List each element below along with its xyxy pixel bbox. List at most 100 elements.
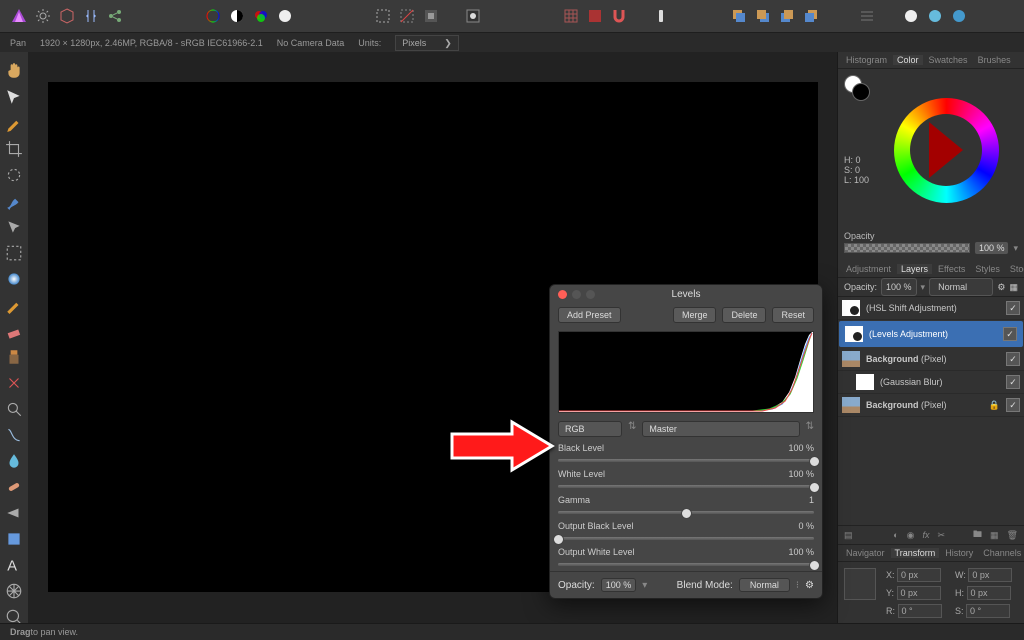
- grid-icon[interactable]: [562, 7, 580, 25]
- paint-tool-icon[interactable]: [5, 296, 23, 314]
- selection-brush-icon[interactable]: [5, 166, 23, 184]
- sphere-blue2-icon[interactable]: [950, 7, 968, 25]
- tab-brushes[interactable]: Brushes: [974, 55, 1015, 65]
- delete-button[interactable]: Delete: [722, 307, 766, 323]
- lines-icon[interactable]: [858, 7, 876, 25]
- color-swatches[interactable]: [844, 75, 868, 99]
- layer-row[interactable]: (HSL Shift Adjustment)✓: [838, 297, 1024, 320]
- add-layer-icon[interactable]: ▦: [990, 530, 999, 541]
- move-tool-icon[interactable]: [5, 88, 23, 106]
- arrange-fwd-icon[interactable]: [754, 7, 772, 25]
- tab-navigator[interactable]: Navigator: [842, 548, 889, 558]
- tab-histogram[interactable]: Histogram: [842, 55, 891, 65]
- arrange-back-icon[interactable]: [730, 7, 748, 25]
- fx-icon[interactable]: fx: [922, 530, 929, 540]
- marquee-icon[interactable]: [374, 7, 392, 25]
- mirror-icon[interactable]: [82, 7, 100, 25]
- layer-opacity[interactable]: 100 %: [881, 278, 917, 296]
- slider[interactable]: [558, 455, 814, 465]
- layer-row[interactable]: (Levels Adjustment)✓: [838, 320, 1024, 348]
- flood-select-icon[interactable]: [5, 218, 23, 236]
- color-picker-icon[interactable]: [5, 114, 23, 132]
- pan-tool-icon[interactable]: [5, 62, 23, 80]
- adjust-icon[interactable]: ◉: [907, 530, 915, 541]
- sun-icon[interactable]: [34, 7, 52, 25]
- shape-tool-icon[interactable]: [5, 530, 23, 548]
- visibility-toggle[interactable]: ✓: [1006, 375, 1020, 389]
- anchor-widget[interactable]: [844, 568, 876, 600]
- transform-r[interactable]: 0 °: [898, 604, 942, 618]
- layer-row[interactable]: Background (Pixel)🔒✓: [838, 394, 1024, 417]
- info-icon[interactable]: [652, 7, 670, 25]
- layer-row[interactable]: Background (Pixel)✓: [838, 348, 1024, 371]
- opacity-value[interactable]: 100 %: [974, 241, 1010, 255]
- dialog-blend-mode[interactable]: Normal: [739, 578, 790, 592]
- mask-icon[interactable]: ◐: [893, 530, 898, 540]
- erase-tool-icon[interactable]: [5, 322, 23, 340]
- opacity-slider[interactable]: [844, 243, 970, 253]
- transform-y[interactable]: 0 px: [897, 586, 941, 600]
- layer-blend-mode[interactable]: Normal: [929, 278, 993, 296]
- tab-history[interactable]: History: [941, 548, 977, 558]
- sphere-white-icon[interactable]: [902, 7, 920, 25]
- sphere-blue-icon[interactable]: [926, 7, 944, 25]
- trash-icon[interactable]: 🗑: [1007, 530, 1018, 541]
- transform-x[interactable]: 0 px: [897, 568, 941, 582]
- layer-row[interactable]: (Gaussian Blur)✓: [838, 371, 1024, 394]
- levels-dialog[interactable]: Levels Add Preset Merge Delete Reset RGB…: [549, 284, 823, 599]
- mesh-tool-icon[interactable]: [5, 582, 23, 600]
- lock-icon[interactable]: ▦: [1009, 282, 1018, 293]
- contrast-icon[interactable]: [228, 7, 246, 25]
- crop-tool-icon[interactable]: [5, 140, 23, 158]
- units-select[interactable]: Pixels❯: [395, 35, 459, 51]
- white-circle-icon[interactable]: [276, 7, 294, 25]
- blur-tool-icon[interactable]: [5, 452, 23, 470]
- crop-layer-icon[interactable]: ✂: [937, 530, 945, 541]
- cancel-select-icon[interactable]: [398, 7, 416, 25]
- tab-color[interactable]: Color: [893, 55, 923, 65]
- add-preset-button[interactable]: Add Preset: [558, 307, 621, 323]
- slider[interactable]: [558, 559, 814, 569]
- magnet-icon[interactable]: [610, 7, 628, 25]
- dialog-opacity[interactable]: 100 %: [601, 578, 637, 592]
- rgb-icon[interactable]: [252, 7, 270, 25]
- tab-stock[interactable]: Stock: [1006, 264, 1024, 274]
- transform-w[interactable]: 0 px: [968, 568, 1012, 582]
- slider[interactable]: [558, 507, 814, 517]
- tab-layers[interactable]: Layers: [897, 264, 932, 274]
- tab-adjustment[interactable]: Adjustment: [842, 264, 895, 274]
- heal-tool-icon[interactable]: [5, 478, 23, 496]
- quickmask-icon[interactable]: [464, 7, 482, 25]
- fill-tool-icon[interactable]: [5, 270, 23, 288]
- invert-select-icon[interactable]: [422, 7, 440, 25]
- visibility-toggle[interactable]: ✓: [1006, 352, 1020, 366]
- visibility-toggle[interactable]: ✓: [1006, 301, 1020, 315]
- cube-icon[interactable]: [58, 7, 76, 25]
- clone-tool-icon[interactable]: [5, 348, 23, 366]
- rainbow-circle-icon[interactable]: [204, 7, 222, 25]
- zoom-tool-icon[interactable]: [5, 400, 23, 418]
- merge-button[interactable]: Merge: [673, 307, 717, 323]
- inpaint-tool-icon[interactable]: [5, 374, 23, 392]
- tab-channels[interactable]: Channels: [979, 548, 1024, 558]
- transform-h[interactable]: 0 px: [967, 586, 1011, 600]
- gear-icon[interactable]: ⚙: [805, 580, 814, 591]
- pen-tool-icon[interactable]: [5, 504, 23, 522]
- arrange-last-icon[interactable]: [802, 7, 820, 25]
- channel-select[interactable]: Master: [642, 421, 799, 437]
- slider[interactable]: [558, 481, 814, 491]
- layers-icon[interactable]: ▤: [844, 530, 853, 541]
- brush-tool-icon[interactable]: [5, 192, 23, 210]
- gear-icon[interactable]: ⚙: [997, 282, 1005, 293]
- visibility-toggle[interactable]: ✓: [1006, 398, 1020, 412]
- transform-s[interactable]: 0 °: [966, 604, 1010, 618]
- tab-transform[interactable]: Transform: [891, 548, 940, 558]
- visibility-toggle[interactable]: ✓: [1003, 327, 1017, 341]
- slider[interactable]: [558, 533, 814, 543]
- tab-effects[interactable]: Effects: [934, 264, 969, 274]
- tab-swatches[interactable]: Swatches: [925, 55, 972, 65]
- share-icon[interactable]: [106, 7, 124, 25]
- text-tool-icon[interactable]: A: [5, 556, 23, 574]
- guides-icon[interactable]: [586, 7, 604, 25]
- retouch-tool-icon[interactable]: [5, 426, 23, 444]
